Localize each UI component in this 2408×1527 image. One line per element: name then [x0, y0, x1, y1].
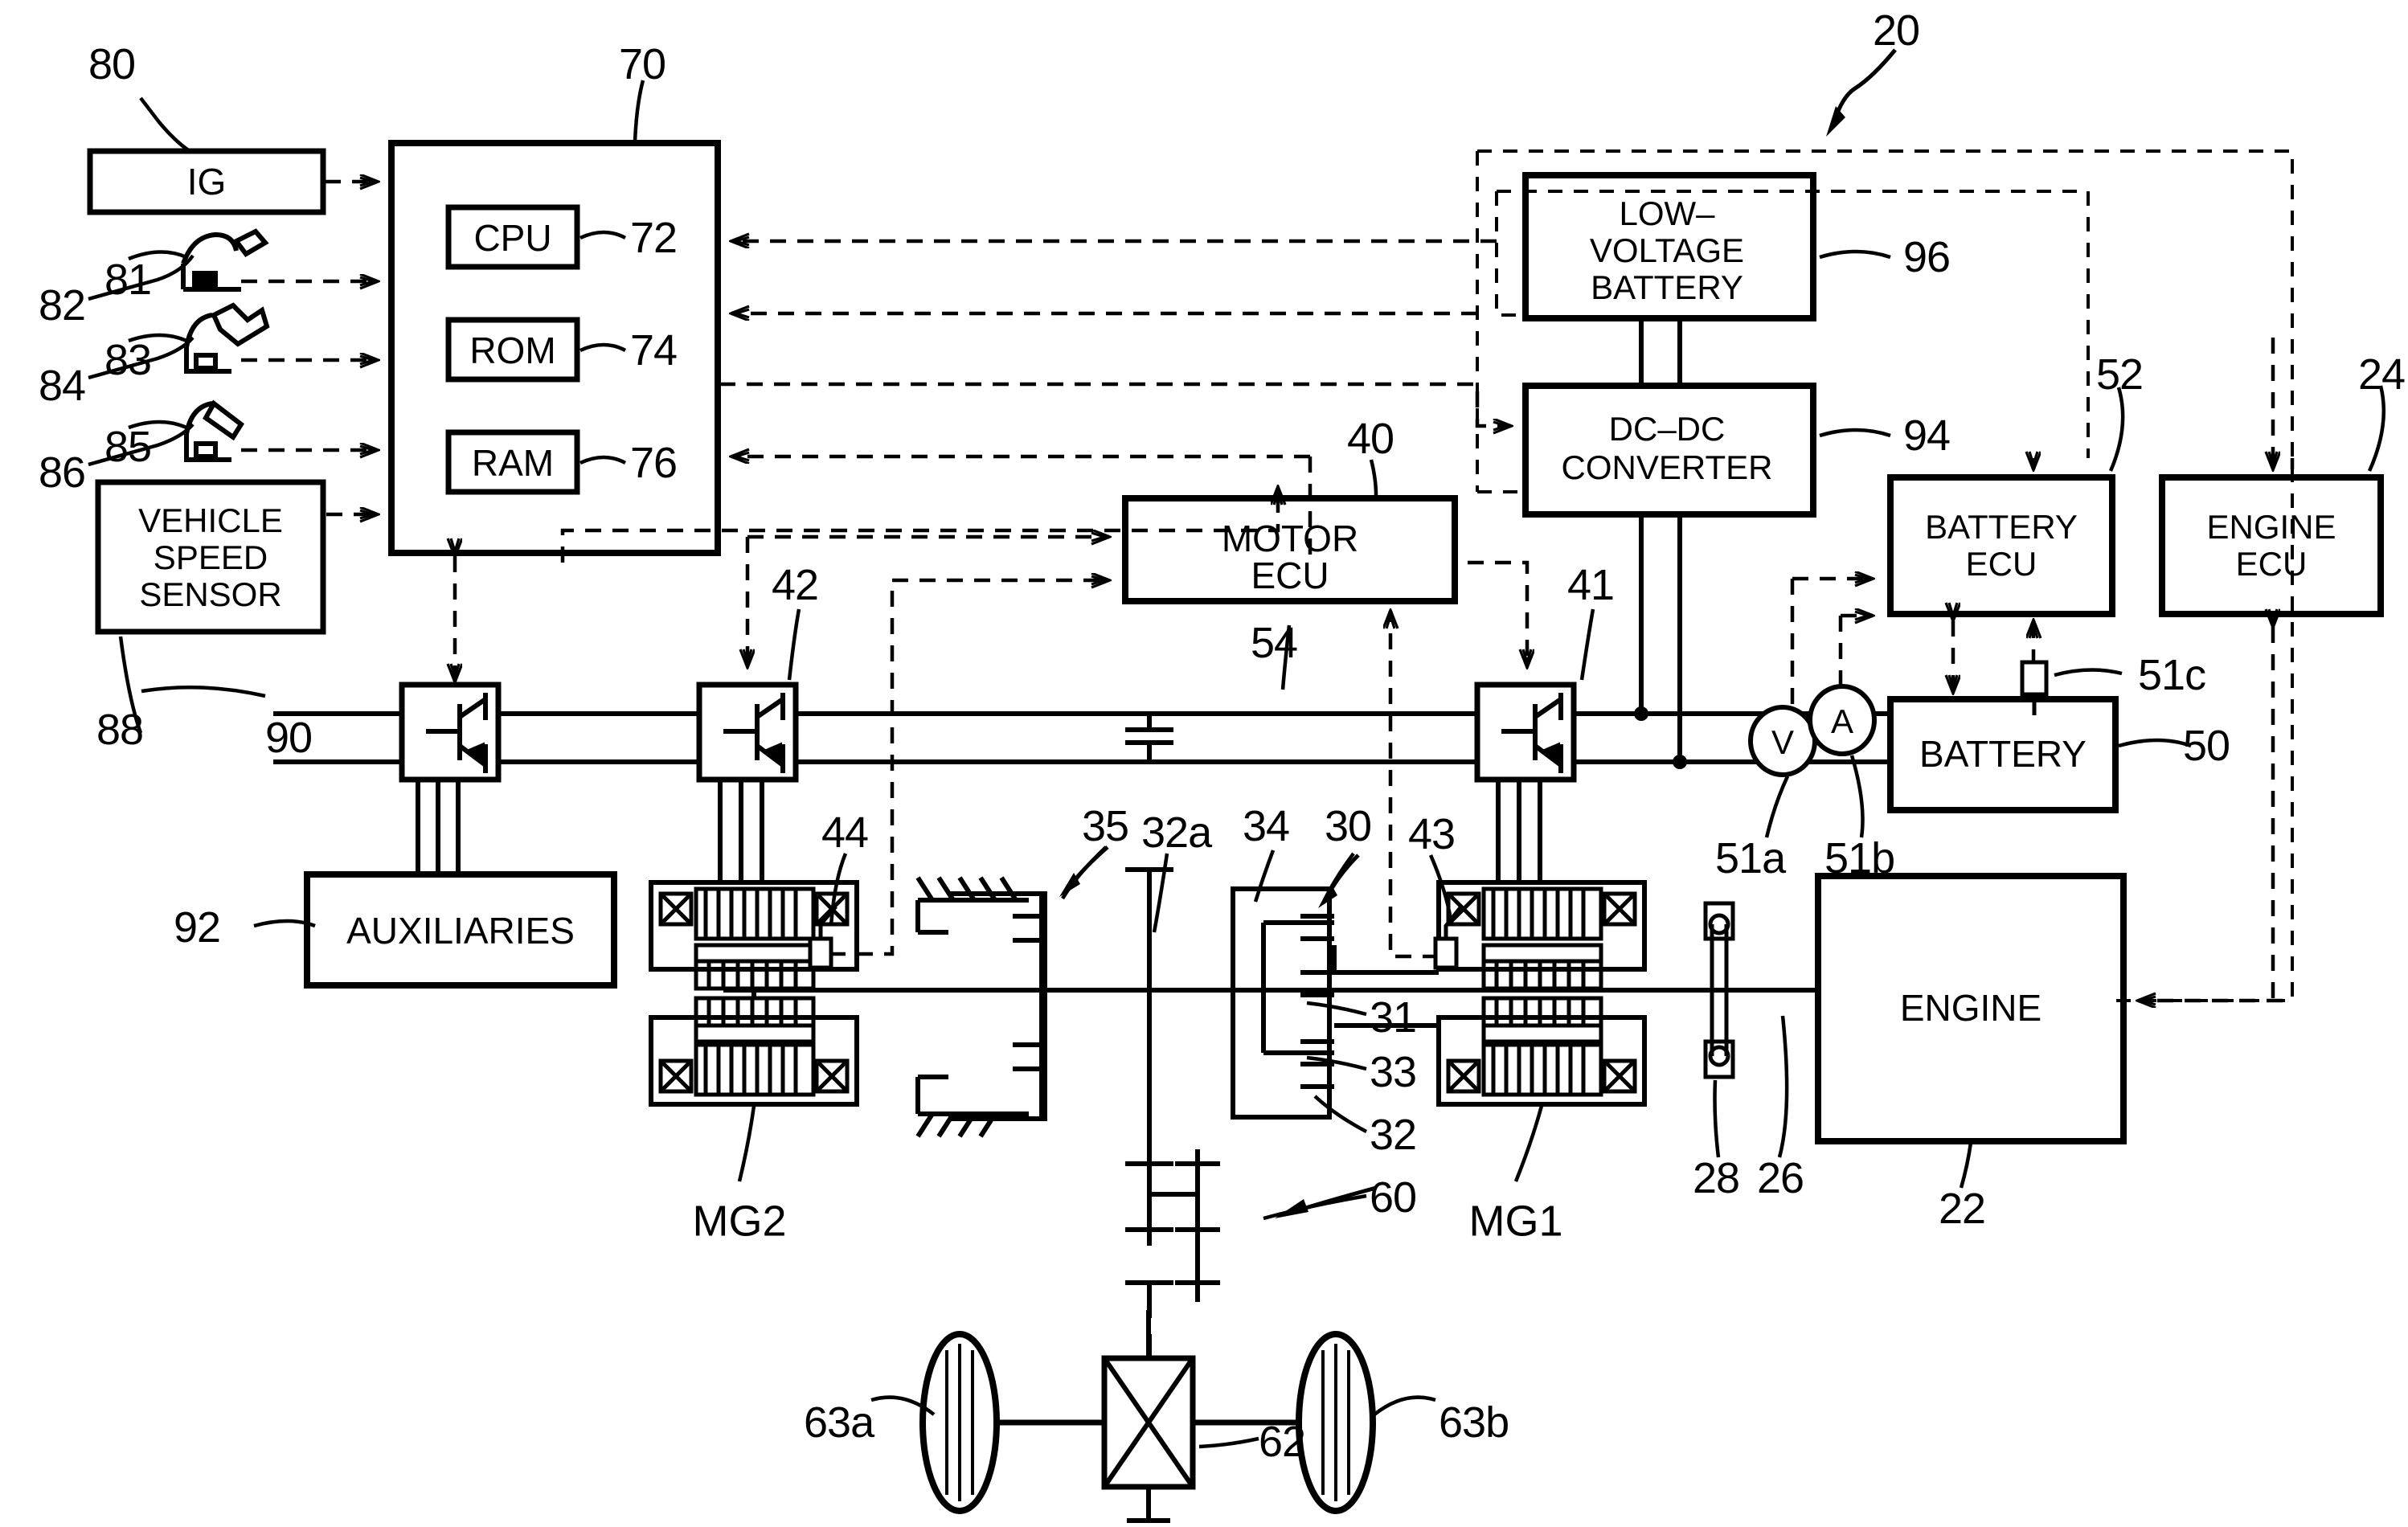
vehicle-speed-sensor-line2: SPEED: [153, 538, 268, 576]
ref-70: 70: [619, 40, 666, 88]
ref-51c: 51c: [2138, 651, 2206, 699]
mg2-label: MG2: [692, 1197, 787, 1246]
ref-90: 90: [265, 714, 313, 762]
ref-63a: 63a: [804, 1398, 874, 1447]
ref-32: 32: [1370, 1111, 1417, 1159]
three-phase-leads: [416, 780, 1542, 882]
ref-22: 22: [1939, 1185, 1986, 1233]
motor-ecu-line1: MOTOR: [1221, 517, 1359, 559]
ref-52: 52: [2096, 350, 2144, 399]
shift-pedal-icon-86: [184, 399, 244, 462]
ref-63b: 63b: [1439, 1398, 1509, 1447]
ref-96: 96: [1903, 233, 1951, 281]
battery-ecu-line1: BATTERY: [1925, 507, 2078, 546]
engine-label: ENGINE: [1899, 986, 2042, 1029]
mg1-label: MG1: [1468, 1197, 1563, 1246]
ref-54: 54: [1251, 619, 1298, 667]
ref-72: 72: [630, 214, 678, 262]
ref-51b: 51b: [1824, 834, 1895, 882]
ref-74: 74: [630, 326, 678, 375]
battery-label: BATTERY: [1919, 732, 2087, 775]
motor-ecu-line2: ECU: [1251, 554, 1329, 596]
auxiliaries-label: AUXILIARIES: [346, 909, 575, 952]
rom-label: ROM: [469, 329, 556, 371]
ref-32a: 32a: [1141, 809, 1212, 857]
ref-44: 44: [821, 809, 869, 857]
ref-31: 31: [1370, 993, 1417, 1042]
ref-84: 84: [39, 362, 86, 410]
bus-junction-dot: [1673, 755, 1687, 769]
ram-label: RAM: [471, 441, 555, 484]
bus-junction-dot: [1634, 706, 1648, 721]
ref-88: 88: [96, 706, 144, 754]
ref-30: 30: [1325, 802, 1372, 850]
ref-60: 60: [1370, 1173, 1417, 1222]
power-split-mechanism: [723, 867, 1818, 1246]
ref-81: 81: [104, 256, 152, 304]
vehicle-speed-sensor-line1: VEHICLE: [138, 501, 283, 539]
ref-35: 35: [1082, 802, 1129, 850]
bus-capacitor: [1125, 714, 1173, 762]
dcdc-converter-line2: CONVERTER: [1561, 448, 1773, 486]
dcdc-converter-line1: DC–DC: [1608, 409, 1726, 448]
temperature-sensor-51c: [2020, 660, 2049, 715]
ref-82: 82: [39, 281, 86, 330]
differential-and-wheels: [919, 1310, 1376, 1523]
ref-34: 34: [1243, 802, 1290, 850]
inner-dashed-loop-96: [1495, 190, 2090, 458]
ref-24: 24: [2358, 350, 2406, 399]
ref-50: 50: [2183, 722, 2230, 770]
engine-ecu-line2: ECU: [2235, 544, 2308, 583]
engine-ecu-line1: ENGINE: [2206, 507, 2336, 546]
low-voltage-battery-line1: LOW–: [1619, 194, 1715, 232]
ref-62: 62: [1259, 1418, 1306, 1466]
patent-figure-canvas: IG 80 VEHICLE SPEED SENSOR 88 70 CPU 72 …: [0, 0, 2408, 1527]
ref-51a: 51a: [1715, 834, 1786, 882]
ref-86: 86: [39, 448, 86, 497]
mg1-machine: [1436, 880, 1647, 1107]
ref-41: 41: [1567, 561, 1615, 609]
ref-20: 20: [1873, 6, 1920, 55]
ref-85: 85: [104, 423, 152, 471]
cpu-label: CPU: [473, 216, 552, 259]
ref-33: 33: [1370, 1048, 1417, 1096]
ref-40: 40: [1347, 415, 1394, 463]
ref-42: 42: [772, 561, 819, 609]
low-voltage-battery-line2: VOLTAGE: [1589, 231, 1745, 269]
ref-94: 94: [1903, 411, 1951, 460]
ref-28: 28: [1693, 1154, 1740, 1202]
ref-26: 26: [1757, 1154, 1804, 1202]
battery-ecu-line2: ECU: [1965, 544, 2037, 583]
ref-92: 92: [174, 903, 221, 952]
final-drive-gear-60: [1125, 1149, 1220, 1361]
ammeter-label: A: [1830, 702, 1854, 740]
vehicle-speed-sensor-line3: SENSOR: [139, 575, 282, 613]
ref-43: 43: [1408, 810, 1456, 858]
power-bus: [273, 682, 1890, 783]
low-voltage-battery-line3: BATTERY: [1591, 268, 1743, 306]
voltmeter-label: V: [1771, 723, 1795, 761]
ref-80: 80: [88, 40, 136, 88]
ref-83: 83: [104, 336, 152, 384]
ref-76: 76: [630, 439, 678, 487]
system-ref-20-leader: [1826, 48, 1897, 137]
ig-box-label: IG: [186, 160, 227, 203]
